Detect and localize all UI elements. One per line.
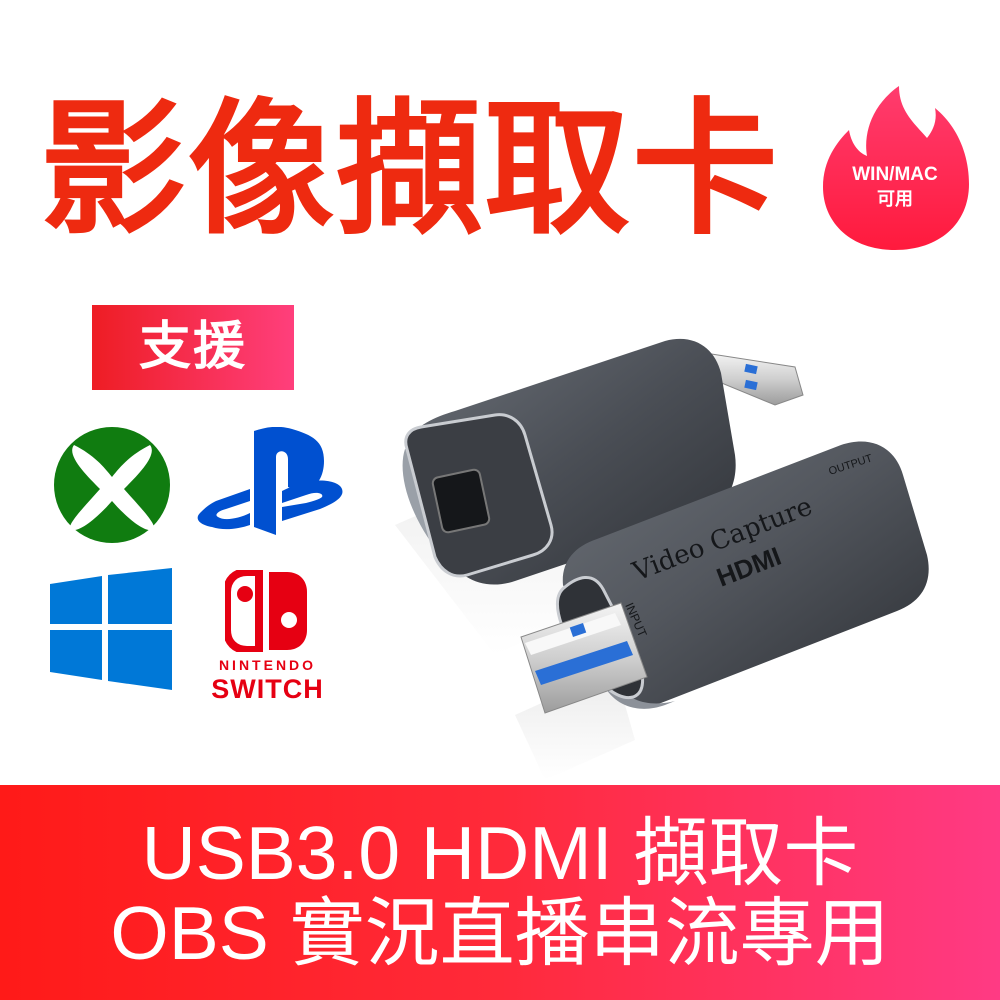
badge-line1: WIN/MAC [852, 164, 938, 185]
xbox-logo-icon [54, 427, 170, 543]
banner-line-2: OBS 實況直播串流專用 [110, 891, 890, 975]
nintendo-label: NINTENDO [218, 657, 317, 673]
capture-card-product-image: Video Capture HDMI INPUT OUTPUT [395, 338, 929, 780]
playstation-logo-icon [197, 427, 343, 535]
flame-badge-text: WIN/MAC 可用 [815, 162, 975, 212]
support-label: 支援 [92, 305, 294, 390]
badge-line2: 可用 [877, 189, 913, 209]
switch-label: SWITCH [211, 674, 324, 704]
banner-line-1: USB3.0 HDMI 擷取卡 [141, 811, 859, 895]
windows-logo-icon [50, 568, 172, 690]
nintendo-switch-logo-icon [225, 570, 307, 652]
headline: 影像擷取卡 [40, 85, 780, 255]
